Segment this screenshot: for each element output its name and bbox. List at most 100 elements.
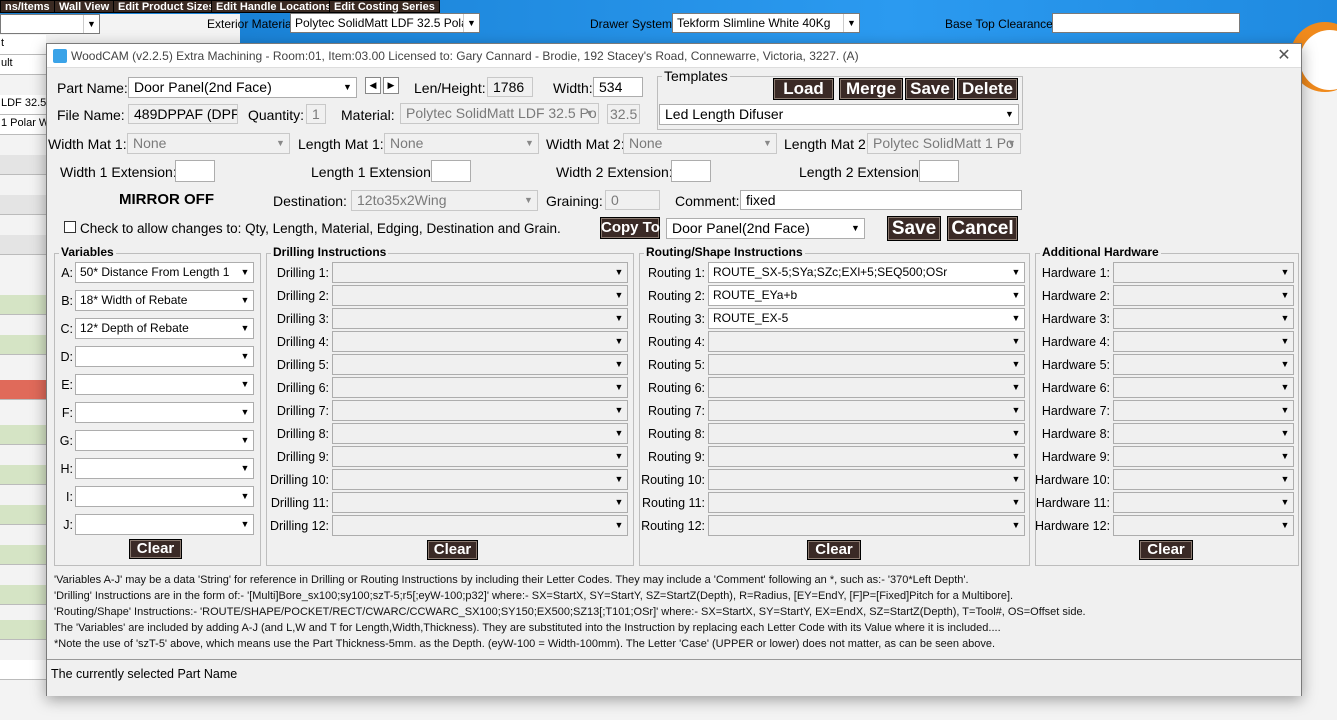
hardware-select[interactable]: ▼ [1113, 285, 1294, 306]
variable-select[interactable]: ▼ [75, 346, 254, 367]
routing-select[interactable]: ▼ [708, 331, 1025, 352]
copy-to-button[interactable]: Copy To [600, 217, 660, 239]
routing-select[interactable]: ▼ [708, 492, 1025, 513]
routing-select[interactable]: ▼ [708, 515, 1025, 536]
drilling-select[interactable]: ▼ [332, 423, 628, 444]
list-item[interactable] [0, 335, 46, 355]
bg-edit-costing-series-button[interactable]: Edit Costing Series [329, 0, 440, 13]
hardware-select[interactable]: ▼ [1113, 354, 1294, 375]
drilling-select[interactable]: ▼ [332, 377, 628, 398]
drilling-select[interactable]: ▼ [332, 262, 628, 283]
hardware-select[interactable]: ▼ [1113, 331, 1294, 352]
close-icon[interactable]: ✕ [1273, 46, 1295, 66]
bg-drawer-system-select[interactable]: Tekform Slimline White 40Kg ▼ [672, 13, 860, 33]
routing-label: Routing 5: [648, 358, 705, 372]
template-load-button[interactable]: Load [773, 78, 834, 100]
next-part-arrow-icon[interactable]: ▶ [383, 77, 399, 94]
variables-clear-button[interactable]: Clear [129, 539, 182, 559]
drilling-select[interactable]: ▼ [332, 308, 628, 329]
bg-left-dropdown[interactable]: ▼ [0, 14, 100, 34]
list-item[interactable]: t [0, 35, 46, 55]
list-item[interactable] [0, 545, 46, 565]
routing-clear-button[interactable]: Clear [807, 540, 861, 560]
width2-extension-field[interactable] [671, 160, 711, 182]
routing-select[interactable]: ▼ [708, 400, 1025, 421]
variable-select[interactable]: ▼ [75, 374, 254, 395]
template-save-button[interactable]: Save [905, 78, 955, 100]
variable-select[interactable]: ▼ [75, 430, 254, 451]
bg-exterior-material-select[interactable]: Polytec SolidMatt LDF 32.5 Polar W ▼ [290, 13, 480, 33]
hardware-select[interactable]: ▼ [1113, 446, 1294, 467]
prev-part-arrow-icon[interactable]: ◀ [365, 77, 381, 94]
bg-edit-handle-locations-button[interactable]: Edit Handle Locations [211, 0, 337, 13]
cancel-button[interactable]: Cancel [947, 216, 1018, 241]
hardware-select[interactable]: ▼ [1113, 377, 1294, 398]
drilling-select[interactable]: ▼ [332, 354, 628, 375]
template-delete-button[interactable]: Delete [957, 78, 1018, 100]
drilling-select[interactable]: ▼ [332, 331, 628, 352]
drilling-select[interactable]: ▼ [332, 515, 628, 536]
routing-title: Routing/Shape Instructions [644, 245, 805, 259]
list-item[interactable]: ult [0, 55, 46, 75]
bg-nav-items-button[interactable]: ns/Items [0, 0, 55, 13]
hardware-select[interactable]: ▼ [1113, 492, 1294, 513]
routing-select[interactable]: ROUTE_SX-5;SYa;SZc;EXl+5;SEQ500;OSr ▼ [708, 262, 1025, 283]
hardware-clear-button[interactable]: Clear [1139, 540, 1193, 560]
allow-changes-checkbox[interactable] [64, 221, 76, 233]
hardware-select[interactable]: ▼ [1113, 423, 1294, 444]
routing-select[interactable]: ▼ [708, 354, 1025, 375]
variable-select[interactable]: ▼ [75, 402, 254, 423]
width-field[interactable]: 534 [593, 77, 643, 97]
variable-select[interactable]: ▼ [75, 486, 254, 507]
list-item[interactable] [0, 505, 46, 525]
list-item[interactable] [0, 620, 46, 640]
routing-select[interactable]: ROUTE_EYa+b ▼ [708, 285, 1025, 306]
list-item[interactable] [0, 585, 46, 605]
template-merge-button[interactable]: Merge [839, 78, 903, 100]
bg-edit-product-sizes-button[interactable]: Edit Product Sizes [113, 0, 220, 13]
routing-select[interactable]: ▼ [708, 423, 1025, 444]
drilling-select[interactable]: ▼ [332, 446, 628, 467]
list-item[interactable] [0, 235, 46, 255]
save-button[interactable]: Save [887, 216, 941, 241]
drilling-clear-button[interactable]: Clear [427, 540, 478, 560]
list-item[interactable] [0, 195, 46, 215]
copy-to-select[interactable]: Door Panel(2nd Face) ▼ [666, 218, 865, 239]
routing-select[interactable]: ROUTE_EX-5 ▼ [708, 308, 1025, 329]
hardware-select[interactable]: ▼ [1113, 262, 1294, 283]
routing-select[interactable]: ▼ [708, 446, 1025, 467]
bg-base-top-clearance-input[interactable] [1052, 13, 1240, 33]
list-item[interactable]: 1 Polar W [0, 115, 46, 135]
variable-select[interactable]: 50* Distance From Length 1 ▼ [75, 262, 254, 283]
variable-select[interactable]: ▼ [75, 514, 254, 535]
list-item[interactable] [0, 660, 46, 680]
list-item[interactable] [0, 295, 46, 315]
drilling-select[interactable]: ▼ [332, 400, 628, 421]
routing-select[interactable]: ▼ [708, 377, 1025, 398]
list-item[interactable] [0, 425, 46, 445]
title-bar[interactable]: WoodCAM (v2.2.5) Extra Machining - Room:… [47, 44, 1301, 68]
template-select[interactable]: Led Length Difuser ▼ [659, 104, 1019, 125]
part-name-select[interactable]: Door Panel(2nd Face) ▼ [128, 77, 357, 98]
list-item[interactable]: LDF 32.5 [0, 95, 46, 115]
hardware-select[interactable]: ▼ [1113, 400, 1294, 421]
drilling-select[interactable]: ▼ [332, 469, 628, 490]
length2-extension-field[interactable] [919, 160, 959, 182]
routing-select[interactable]: ▼ [708, 469, 1025, 490]
hardware-select[interactable]: ▼ [1113, 469, 1294, 490]
hardware-select[interactable]: ▼ [1113, 515, 1294, 536]
drilling-select[interactable]: ▼ [332, 492, 628, 513]
bg-wall-view-button[interactable]: Wall View [54, 0, 115, 13]
width1-extension-field[interactable] [175, 160, 215, 182]
variable-select[interactable]: ▼ [75, 458, 254, 479]
hardware-select[interactable]: ▼ [1113, 308, 1294, 329]
list-item[interactable] [0, 380, 46, 400]
list-item[interactable] [0, 155, 46, 175]
variable-select[interactable]: 12* Depth of Rebate ▼ [75, 318, 254, 339]
drilling-select[interactable]: ▼ [332, 285, 628, 306]
list-item[interactable] [0, 465, 46, 485]
variable-select[interactable]: 18* Width of Rebate ▼ [75, 290, 254, 311]
comment-field[interactable]: fixed [740, 190, 1022, 210]
mirror-status[interactable]: MIRROR OFF [119, 192, 214, 208]
length1-extension-field[interactable] [431, 160, 471, 182]
